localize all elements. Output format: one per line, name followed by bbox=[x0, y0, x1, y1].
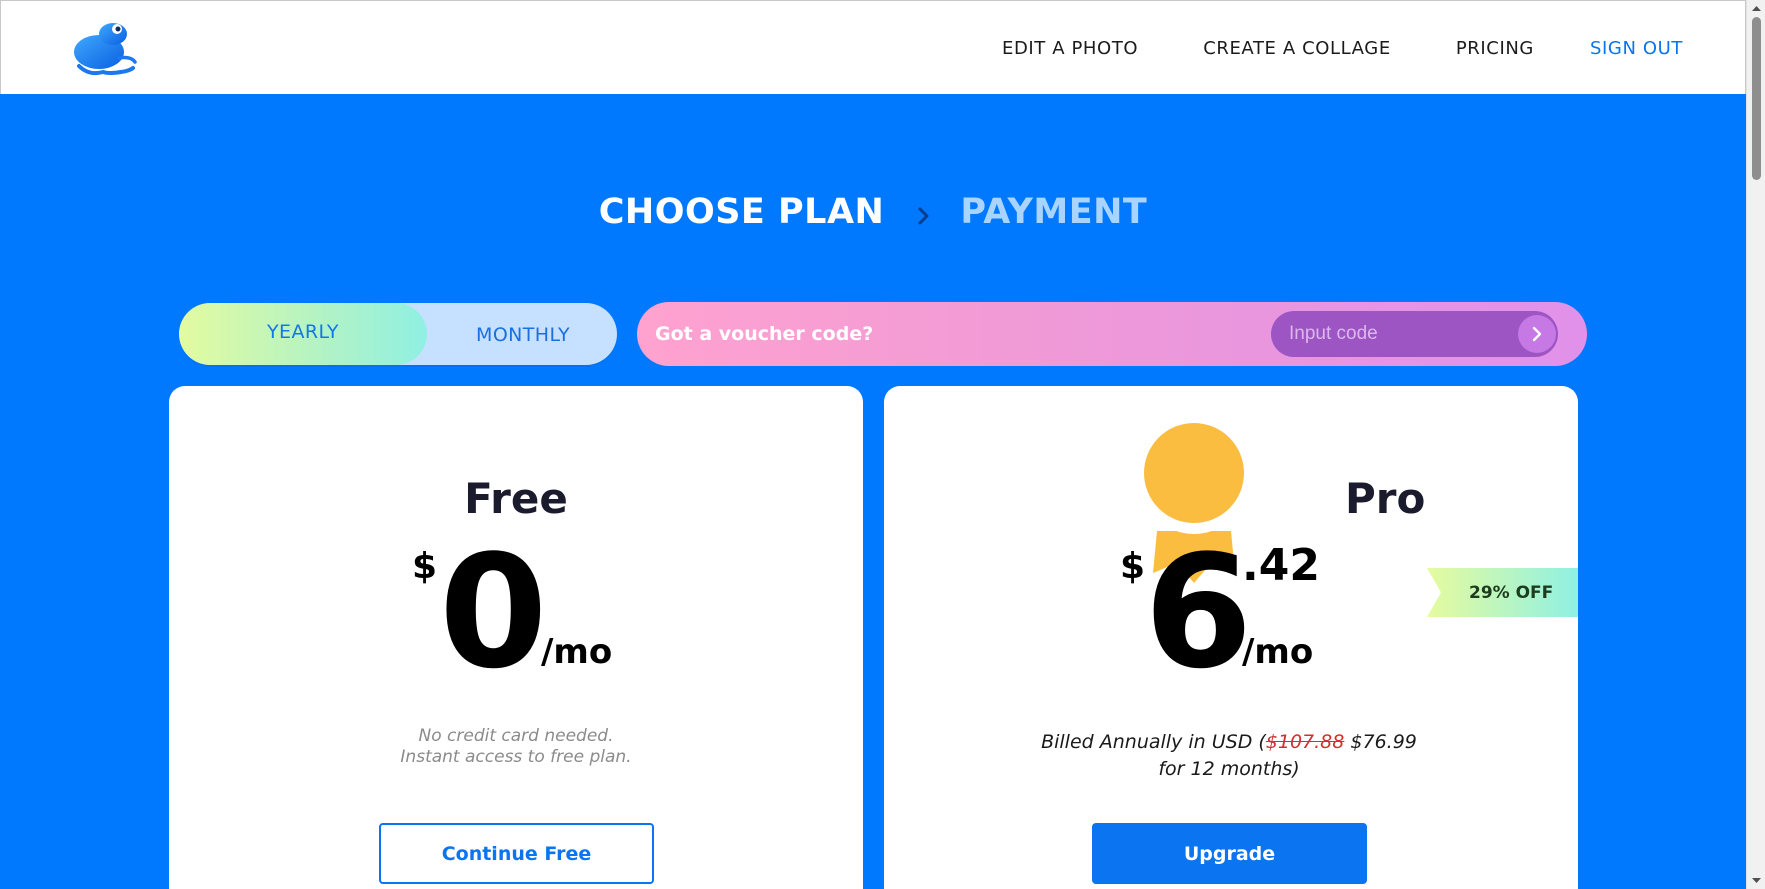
price-period: /mo bbox=[1242, 632, 1314, 672]
main-nav: EDIT A PHOTO CREATE A COLLAGE PRICING SI… bbox=[937, 1, 1683, 95]
top-nav-bar: EDIT A PHOTO CREATE A COLLAGE PRICING SI… bbox=[0, 0, 1746, 94]
scroll-down-arrow-icon[interactable] bbox=[1751, 875, 1762, 886]
plan-note-line1: No credit card needed. bbox=[418, 726, 614, 746]
app-viewport: EDIT A PHOTO CREATE A COLLAGE PRICING SI… bbox=[0, 0, 1746, 889]
plan-price: $ 0 /mo bbox=[169, 534, 863, 690]
checkout-steps: CHOOSE PLAN PAYMENT bbox=[0, 192, 1746, 232]
currency-symbol: $ bbox=[412, 546, 438, 587]
billing-details: Billed Annually in USD ($107.88 $76.99 f… bbox=[1029, 729, 1429, 783]
nav-pricing[interactable]: PRICING bbox=[1456, 38, 1534, 59]
discount-badge-label: 29% OFF bbox=[1469, 582, 1554, 603]
billing-period-toggle: MONTHLY YEARLY bbox=[179, 303, 617, 365]
vertical-scrollbar[interactable] bbox=[1746, 0, 1765, 889]
scrollbar-thumb[interactable] bbox=[1752, 17, 1761, 180]
nav-create-collage[interactable]: CREATE A COLLAGE bbox=[1203, 38, 1391, 59]
plan-note: No credit card needed. Instant access to… bbox=[169, 726, 863, 768]
upgrade-button[interactable]: Upgrade bbox=[1092, 823, 1367, 884]
billed-prefix: Billed Annually in USD ( bbox=[1041, 731, 1266, 753]
price-amount: 0 bbox=[439, 521, 548, 703]
scroll-up-arrow-icon[interactable] bbox=[1751, 3, 1762, 14]
plan-card-pro: Pro $ 6 .42 /mo 29% OFF Billed Annually … bbox=[884, 386, 1578, 889]
nav-edit-photo[interactable]: EDIT A PHOTO bbox=[1002, 38, 1138, 59]
voucher-bar: Got a voucher code? bbox=[637, 302, 1587, 366]
voucher-label: Got a voucher code? bbox=[655, 323, 874, 345]
discounted-price: $76.99 bbox=[1344, 731, 1417, 753]
step-choose-plan: CHOOSE PLAN bbox=[598, 192, 885, 232]
plan-title: Free bbox=[464, 474, 568, 523]
chevron-right-icon bbox=[1532, 326, 1542, 342]
frog-logo-icon[interactable] bbox=[69, 18, 139, 78]
toggle-yearly[interactable]: YEARLY bbox=[179, 303, 427, 365]
voucher-code-input[interactable] bbox=[1271, 311, 1558, 357]
price-amount: 6 bbox=[1144, 521, 1253, 703]
step-payment: PAYMENT bbox=[960, 192, 1148, 232]
continue-free-button[interactable]: Continue Free bbox=[379, 823, 654, 884]
original-price: $107.88 bbox=[1265, 731, 1345, 753]
plan-note-line2: Instant access to free plan. bbox=[400, 747, 632, 767]
toggle-monthly[interactable]: MONTHLY bbox=[429, 303, 617, 365]
discount-badge: 29% OFF bbox=[1427, 568, 1578, 617]
chevron-right-icon bbox=[910, 202, 938, 230]
price-cents: .42 bbox=[1242, 540, 1320, 591]
currency-symbol: $ bbox=[1120, 546, 1146, 587]
plan-title: Pro bbox=[1345, 474, 1426, 523]
plan-card-free: Free $ 0 /mo No credit card needed. Inst… bbox=[169, 386, 863, 889]
nav-sign-out[interactable]: SIGN OUT bbox=[1590, 38, 1683, 59]
price-period: /mo bbox=[541, 632, 613, 672]
billed-suffix: for 12 months) bbox=[1158, 758, 1300, 780]
voucher-submit-button[interactable] bbox=[1518, 315, 1556, 353]
